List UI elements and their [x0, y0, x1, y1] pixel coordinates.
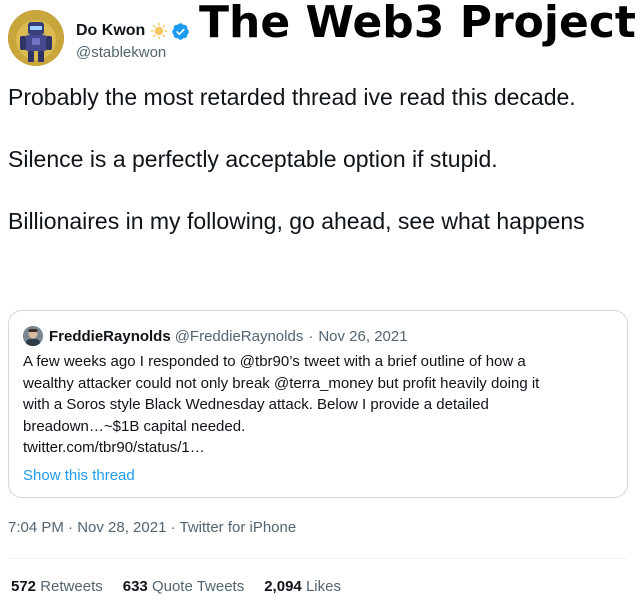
avatar[interactable]: [8, 10, 64, 66]
quote-avatar: [23, 326, 43, 346]
likes-count: 2,094: [264, 578, 302, 595]
likes-label: Likes: [305, 578, 341, 595]
tweet-text: Probably the most retarded thread ive re…: [8, 82, 628, 237]
quote-author-name: FreddieRaynolds: [49, 327, 171, 345]
verified-icon: [172, 22, 190, 40]
tweet-stats: 572 Retweets 633 Quote Tweets 2,094 Like…: [11, 578, 361, 595]
retweets-stat[interactable]: 572 Retweets: [11, 578, 103, 595]
quote-line: A few weeks ago I responded to @tbr90’s …: [23, 353, 526, 370]
quote-tweets-stat[interactable]: 633 Quote Tweets: [123, 578, 244, 595]
overlay-title: The Web3 Project: [199, 0, 636, 48]
quote-header: FreddieRaynolds @FreddieRaynolds · Nov 2…: [23, 325, 408, 347]
show-thread-link[interactable]: Show this thread: [23, 467, 135, 484]
retweets-label: Retweets: [40, 578, 103, 595]
quote-tweet-card[interactable]: FreddieRaynolds @FreddieRaynolds · Nov 2…: [8, 310, 628, 498]
tweet: Do Kwon @stablekwon The Web3 Project Pro…: [0, 0, 644, 605]
tweet-paragraph: Probably the most retarded thread ive re…: [8, 84, 576, 110]
quote-line: breadown…~$1B capital needed.: [23, 417, 246, 435]
quote-separator: ·: [308, 327, 314, 345]
sun-icon: [151, 22, 168, 40]
author-handle[interactable]: @stablekwon: [76, 44, 166, 61]
quote-line: wealthy attacker could not only break @t…: [23, 374, 540, 392]
divider: [8, 558, 628, 559]
quote-line: with a Soros style Black Wednesday attac…: [23, 396, 489, 413]
tweet-timestamp[interactable]: 7:04 PM · Nov 28, 2021 · Twitter for iPh…: [8, 519, 296, 536]
quote-tweets-label: Quote Tweets: [151, 578, 245, 595]
quote-author-handle: @FreddieRaynolds: [174, 327, 304, 345]
avatar-image: [8, 10, 64, 66]
tweet-paragraph: Silence is a perfectly acceptable option…: [8, 146, 498, 172]
quote-tweets-count: 633: [122, 578, 148, 595]
tweet-paragraph: Billionaires in my following, go ahead, …: [8, 208, 585, 234]
quote-avatar-image: [23, 326, 43, 346]
quote-date: Nov 26, 2021: [318, 327, 408, 345]
retweets-count: 572: [11, 578, 37, 595]
likes-stat[interactable]: 2,094 Likes: [264, 578, 341, 595]
display-name[interactable]: Do Kwon: [76, 22, 145, 40]
display-name-row: Do Kwon: [76, 20, 190, 42]
quote-body: A few weeks ago I responded to @tbr90’s …: [23, 351, 613, 459]
quote-link: twitter.com/tbr90/status/1…: [23, 439, 205, 456]
